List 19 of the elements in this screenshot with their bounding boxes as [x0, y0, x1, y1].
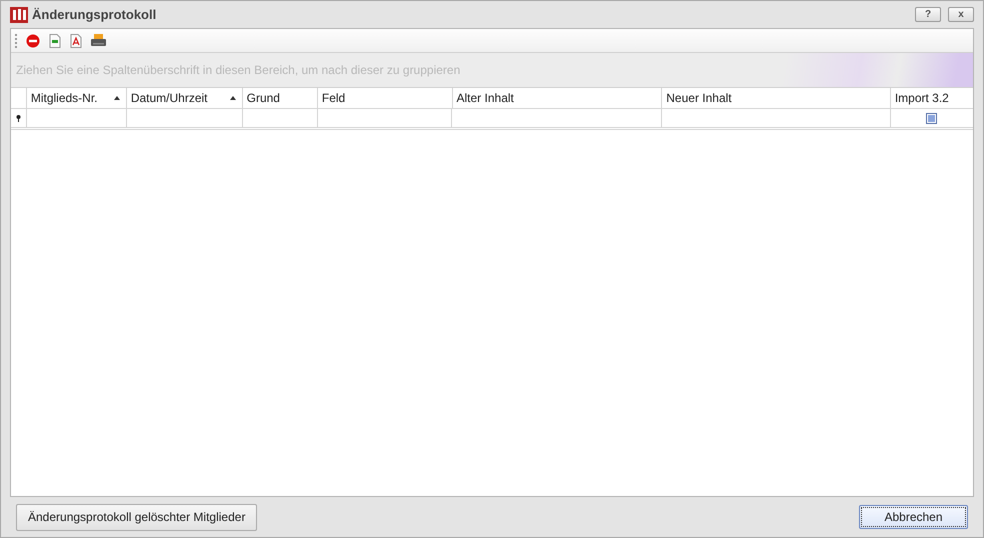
printer-icon[interactable]	[91, 34, 106, 47]
filter-checkbox[interactable]	[926, 112, 938, 124]
spreadsheet-file-icon[interactable]	[49, 34, 61, 48]
filter-pin-icon	[16, 114, 21, 122]
column-header[interactable]: Mitglieds-Nr.	[26, 88, 127, 108]
app-logo-icon	[10, 6, 28, 22]
column-header[interactable]: Neuer Inhalt	[662, 88, 891, 108]
column-header[interactable]: Grund	[242, 88, 318, 108]
help-button[interactable]: ?	[915, 7, 941, 22]
stop-icon[interactable]	[26, 34, 40, 48]
column-header[interactable]: Import 3.2	[890, 88, 973, 108]
cancel-button[interactable]: Abbrechen	[859, 505, 968, 529]
pdf-file-icon[interactable]	[70, 34, 82, 48]
close-button[interactable]: x	[948, 7, 974, 22]
column-header[interactable]: Datum/Uhrzeit	[126, 88, 243, 108]
column-header[interactable]: Alter Inhalt	[452, 88, 662, 108]
window-title: Änderungsprotokoll	[32, 6, 156, 24]
deleted-members-log-button[interactable]: Änderungsprotokoll gelöschter Mitglieder	[16, 504, 258, 530]
column-header[interactable]: Feld	[318, 88, 452, 108]
